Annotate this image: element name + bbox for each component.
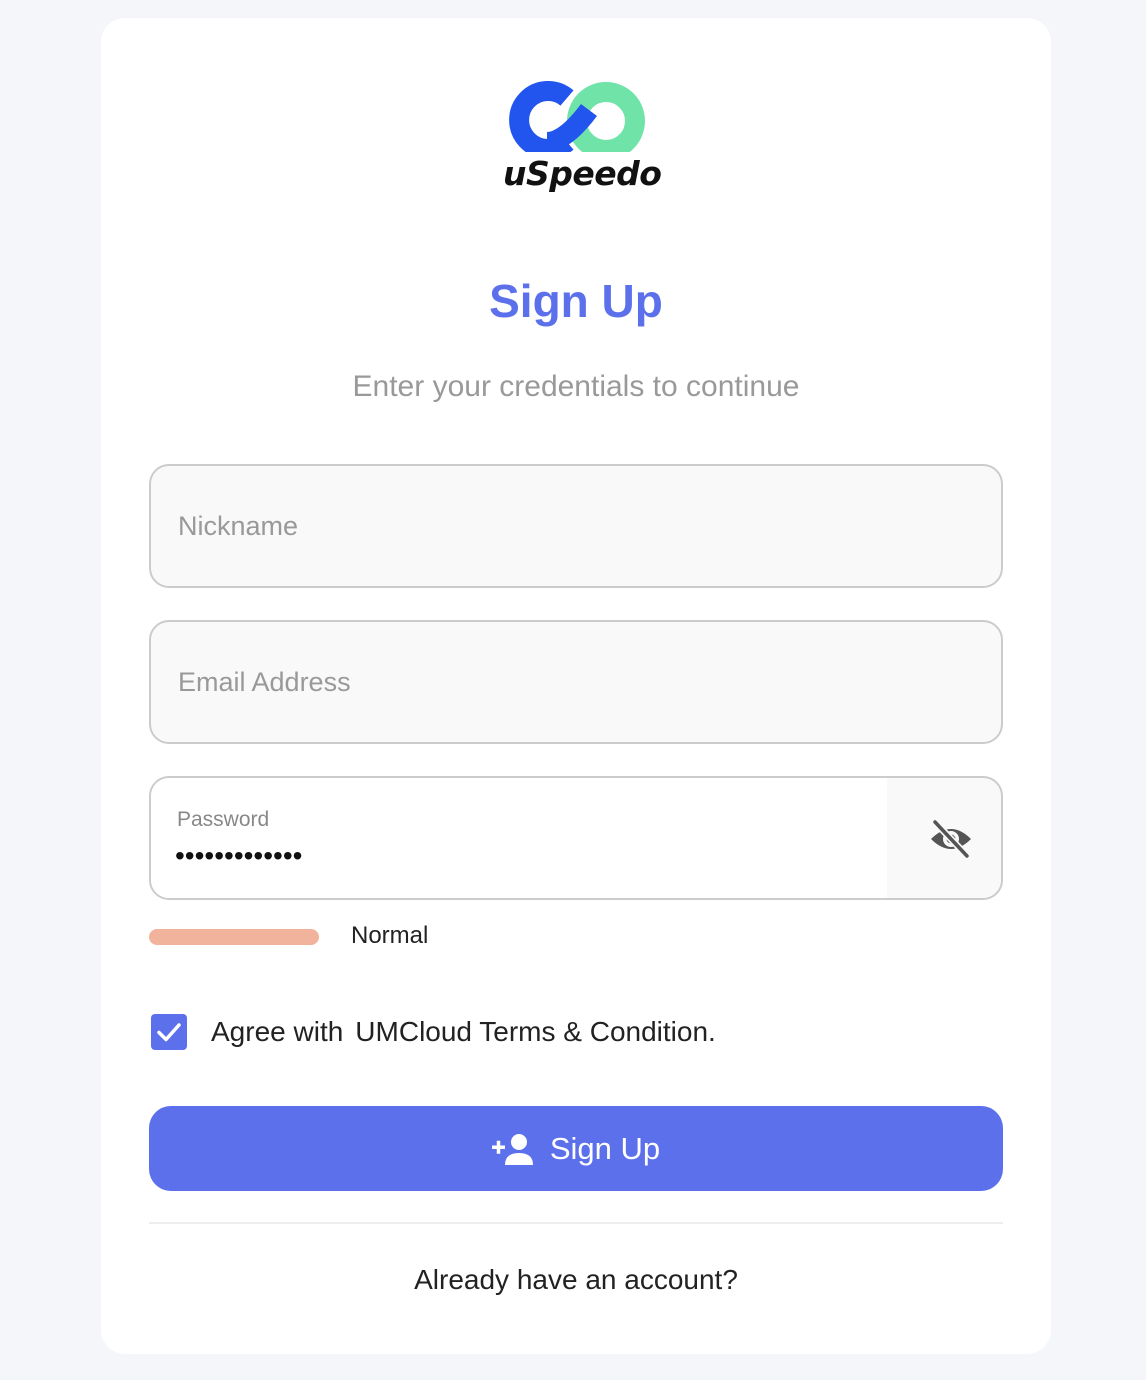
nickname-input[interactable] <box>151 466 1001 586</box>
brand-logo: uSpeedo <box>503 62 662 214</box>
password-strength-label: Normal <box>351 922 429 949</box>
divider <box>149 1222 1003 1224</box>
password-strength-bar <box>149 929 319 945</box>
checkmark-icon <box>157 1023 181 1042</box>
page-title: Sign Up <box>489 275 663 327</box>
toggle-password-visibility-button[interactable] <box>929 818 973 860</box>
add-user-icon <box>491 1133 536 1165</box>
agree-prefix: Agree with <box>211 1016 344 1047</box>
signup-card: uSpeedo Sign Up Enter your credentials t… <box>101 18 1051 1354</box>
password-input[interactable]: Password ••••••••••••• <box>151 778 887 898</box>
agree-checkbox[interactable] <box>151 1014 187 1050</box>
nickname-field <box>149 464 1003 588</box>
login-link[interactable]: Already have an account? <box>101 1264 1051 1296</box>
terms-link[interactable]: UMCloud Terms & Condition. <box>355 1016 716 1047</box>
email-field <box>149 620 1003 744</box>
brand-name: uSpeedo <box>503 154 662 193</box>
password-label: Password <box>177 808 270 831</box>
email-input[interactable] <box>151 622 1001 742</box>
eye-off-icon <box>931 819 971 859</box>
password-field: Password ••••••••••••• <box>149 776 1003 900</box>
agree-text: Agree with UMCloud Terms & Condition. <box>211 1016 716 1048</box>
infinity-link-icon <box>509 81 645 152</box>
signup-button-label: Sign Up <box>549 1130 661 1166</box>
page-subtitle: Enter your credentials to continue <box>352 370 800 403</box>
password-masked-value: ••••••••••••• <box>175 840 303 871</box>
signup-button[interactable]: Sign Up <box>149 1106 1003 1191</box>
